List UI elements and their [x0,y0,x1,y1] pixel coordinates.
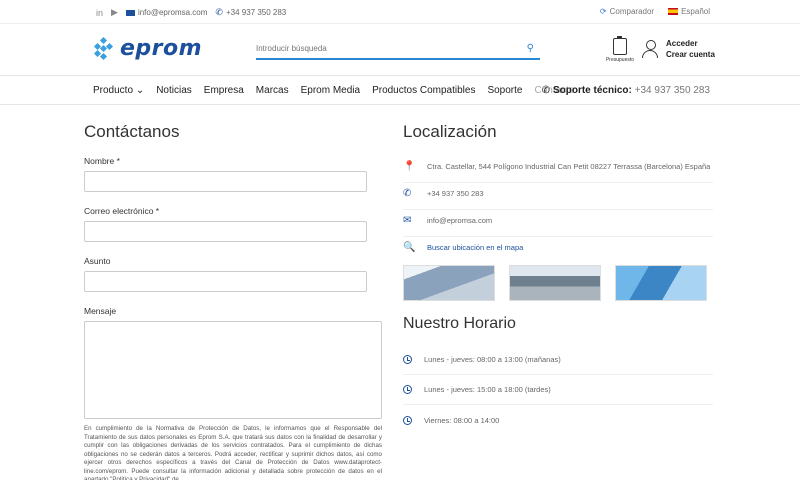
phone-text: +34 937 350 283 [225,8,287,17]
clock-icon [403,355,412,364]
clipboard-icon [613,36,627,55]
name-label: Nombre * [84,156,120,166]
map-link: Buscar ubicación en el mapa [427,243,524,252]
location-title: Localización [403,122,497,141]
address-text: Ctra. Castellar, 544 Polígono Industrial… [427,162,711,171]
subject-input[interactable] [84,271,367,292]
top-bar: in ▶ info@epromsa.com ✆ +34 937 350 283 ⟳… [0,0,800,24]
hours-row: Lunes - jueves: 15:00 a 18:00 (tardes) [403,375,713,405]
phone-row[interactable]: ✆ +34 937 350 283 [403,183,713,210]
mail-icon: ✉ [403,215,412,226]
message-label: Mensaje [84,306,117,316]
form-title: Contáctanos [84,122,180,141]
hours-row: Lunes - jueves: 08:00 a 13:00 (mañanas) [403,345,713,375]
top-bar-tools: ⟳ Comparador Español [600,7,710,16]
email-label: Correo electrónico * [84,206,160,216]
nav-item-eprom-media[interactable]: Eprom Media [301,85,360,96]
email-link[interactable]: info@epromsa.com [125,8,208,17]
login-link[interactable]: Acceder [666,38,715,49]
youtube-icon[interactable]: ▶ [111,7,118,18]
email-text: info@epromsa.com [137,8,208,17]
logo-dots-icon [92,36,116,61]
account-menu: Acceder Crear cuenta [642,38,715,60]
support-label: Soporte técnico: [552,85,632,96]
register-link[interactable]: Crear cuenta [666,49,715,60]
mail-icon [125,9,135,16]
language-selector[interactable]: Español [668,7,710,16]
phone-link[interactable]: ✆ +34 937 350 283 [215,7,286,18]
budget-button[interactable]: Presupuesto [604,36,636,63]
compare-text: Comparador [609,7,655,16]
map-pin-icon: 📍 [403,161,416,172]
email-input[interactable] [84,221,367,242]
nav-item-marcas[interactable]: Marcas [256,85,289,96]
spain-flag-icon [668,8,679,16]
subject-label: Asunto [84,256,111,266]
email-row[interactable]: ✉ info@epromsa.com [403,210,713,237]
map-row[interactable]: 🔍 Buscar ubicación en el mapa [403,237,713,263]
header: eprom ⚲ Presupuesto Acceder Crear cuenta [0,24,800,76]
user-icon[interactable] [642,40,658,58]
clock-icon [403,415,412,425]
nav-item-soporte[interactable]: Soporte [487,85,522,96]
support-phone[interactable]: ✆ Soporte técnico: +34 937 350 283 [542,85,710,96]
address-row: 📍 Ctra. Castellar, 544 Polígono Industri… [403,156,713,183]
nav-item-noticias[interactable]: Noticias [156,85,192,96]
name-input[interactable] [84,171,367,192]
search-bar: ⚲ [256,40,540,60]
hours-row: Viernes: 08:00 a 14:00 [403,405,713,435]
search-input[interactable] [256,40,516,53]
hours-title: Nuestro Horario [403,315,516,332]
top-bar-contact: in ▶ info@epromsa.com ✆ +34 937 350 283 [96,7,286,18]
compare-icon: ⟳ [599,7,607,16]
map-search-icon: 🔍 [403,242,416,253]
nav-item-empresa[interactable]: Empresa [204,85,244,96]
contact-form: Contáctanos Nombre * Correo electrónico … [84,122,384,480]
search-icon[interactable]: ⚲ [527,43,534,54]
phone-icon: ✆ [403,188,412,199]
phone-icon: ✆ [541,85,551,96]
linkedin-icon[interactable]: in [96,8,103,18]
phone-icon: ✆ [215,7,223,17]
location-email-text: info@epromsa.com [427,216,493,225]
compare-link[interactable]: ⟳ Comparador [600,7,654,16]
message-textarea[interactable] [84,321,382,419]
building-photo-1[interactable] [403,265,495,301]
logo[interactable]: eprom [92,36,202,61]
photo-gallery [403,265,713,301]
language-text: Español [681,7,710,16]
legal-text: En cumplimiento de la Normativa de Prote… [84,425,382,480]
chevron-down-icon: ⌄ [135,85,145,96]
nav-item-productos-compatibles[interactable]: Productos Compatibles [372,85,475,96]
location-section: Localización 📍 Ctra. Castellar, 544 Polí… [403,122,713,435]
building-photo-2[interactable] [509,265,601,301]
location-phone-text: +34 937 350 283 [427,189,484,198]
logo-text: eprom [120,36,203,61]
nav-item-producto[interactable]: Producto ⌄ [93,85,144,96]
support-number: +34 937 350 283 [634,85,710,96]
office-photo[interactable] [615,265,707,301]
budget-label: Presupuesto [605,57,635,63]
clock-icon [403,385,412,394]
main-nav: Producto ⌄ Noticias Empresa Marcas Eprom… [0,77,800,105]
